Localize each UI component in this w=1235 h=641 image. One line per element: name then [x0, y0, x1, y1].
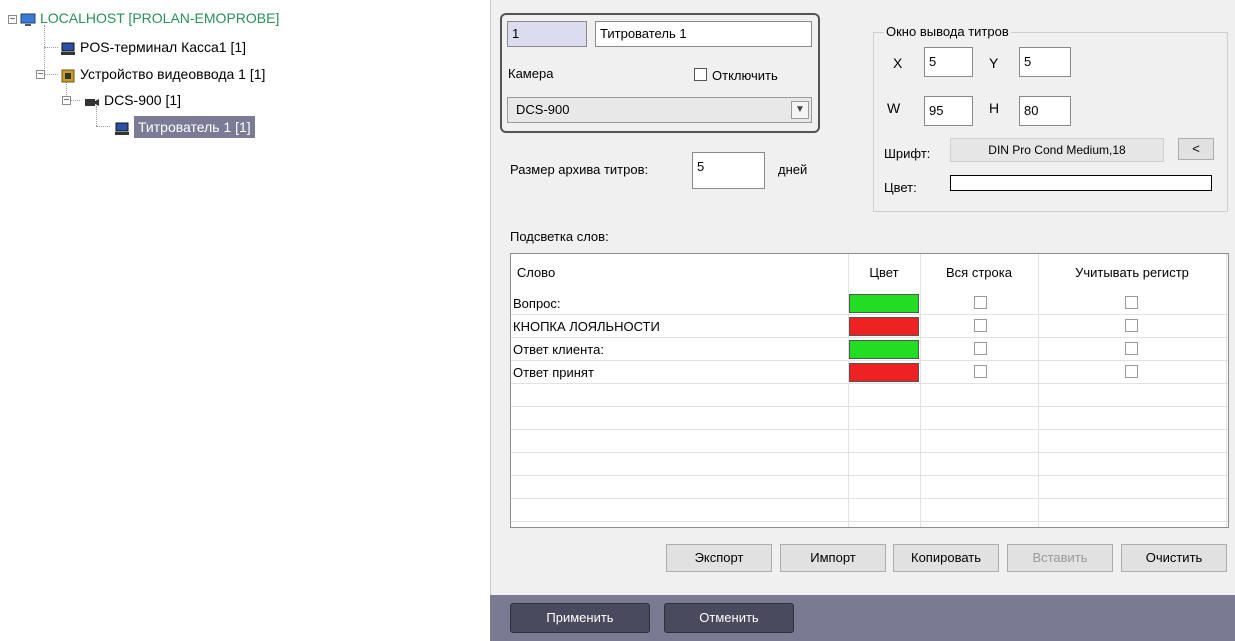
disable-checkbox[interactable]	[694, 68, 707, 81]
tree-item-titler[interactable]: Титрователь 1 [1]	[114, 116, 255, 138]
highlight-title: Подсветка слов:	[510, 229, 609, 244]
whole-line-checkbox[interactable]	[974, 296, 987, 309]
id-field[interactable]: 1	[507, 21, 587, 47]
font-label: Шрифт:	[884, 146, 931, 161]
tree-item-label: DCS-900 [1]	[104, 92, 182, 108]
collapse-icon[interactable]: −	[36, 70, 45, 80]
collapse-icon[interactable]: −	[8, 15, 17, 25]
font-picker-button[interactable]: <	[1178, 138, 1214, 160]
x-field[interactable]: 5	[924, 47, 973, 77]
color-picker[interactable]	[950, 175, 1212, 191]
h-field[interactable]: 80	[1019, 96, 1071, 126]
tree-item-localhost[interactable]: LOCALHOST [PROLAN-EMOPROBE]	[20, 7, 279, 29]
output-window-title: Окно вывода титров	[884, 24, 1011, 39]
table-row-empty	[511, 453, 1228, 476]
word-cell: Ответ принят	[513, 365, 594, 380]
export-button[interactable]: Экспорт	[666, 544, 772, 572]
y-field[interactable]: 5	[1019, 47, 1071, 77]
h-label: H	[989, 100, 1000, 116]
color-swatch[interactable]	[849, 363, 919, 382]
table-row[interactable]: КНОПКА ЛОЯЛЬНОСТИ	[511, 315, 1228, 338]
cancel-button[interactable]: Отменить	[664, 603, 794, 633]
tree-item-video-device[interactable]: Устройство видеоввода 1 [1]	[60, 63, 265, 85]
chevron-down-icon: ▼	[791, 101, 809, 119]
apply-button[interactable]: Применить	[510, 603, 650, 633]
column-header-match-case[interactable]: Учитывать регистр	[1038, 254, 1226, 292]
color-label: Цвет:	[884, 180, 917, 195]
collapse-icon[interactable]: −	[62, 96, 71, 106]
table-row[interactable]: Вопрос:	[511, 292, 1228, 315]
tree-item-label: LOCALHOST [PROLAN-EMOPROBE]	[40, 10, 280, 26]
computer-icon	[20, 11, 36, 26]
w-label: W	[887, 100, 901, 116]
archive-size-field[interactable]: 5	[692, 152, 765, 189]
color-swatch[interactable]	[849, 317, 919, 336]
table-row[interactable]: Ответ принят	[511, 361, 1228, 384]
match-case-checkbox[interactable]	[1125, 319, 1138, 332]
color-swatch[interactable]	[849, 340, 919, 359]
archive-unit-label: дней	[778, 162, 808, 177]
pos-terminal-icon	[114, 120, 130, 135]
clear-button[interactable]: Очистить	[1121, 544, 1227, 572]
camera-select[interactable]: DCS-900 ▼	[507, 97, 812, 123]
word-cell: КНОПКА ЛОЯЛЬНОСТИ	[513, 319, 660, 334]
camera-icon	[84, 93, 100, 107]
pos-terminal-icon	[60, 40, 76, 55]
capture-board-icon	[60, 67, 76, 83]
disable-label: Отключить	[712, 68, 778, 83]
match-case-checkbox[interactable]	[1125, 365, 1138, 378]
tree-item-label: Титрователь 1 [1]	[134, 116, 255, 138]
word-cell: Ответ клиента:	[513, 342, 604, 357]
whole-line-checkbox[interactable]	[974, 365, 987, 378]
match-case-checkbox[interactable]	[1125, 342, 1138, 355]
table-row-empty	[511, 407, 1228, 430]
match-case-checkbox[interactable]	[1125, 296, 1138, 309]
tree-connector	[96, 126, 110, 127]
object-tree: − LOCALHOST [PROLAN-EMOPROBE] POS-термин…	[0, 0, 490, 641]
archive-size-label: Размер архива титров:	[510, 162, 649, 177]
table-row-empty	[511, 384, 1228, 407]
column-header-whole-line[interactable]: Вся строка	[920, 254, 1038, 292]
tree-item-label: POS-терминал Касса1 [1]	[80, 39, 247, 55]
x-label: X	[893, 55, 903, 71]
table-row[interactable]: Ответ клиента:	[511, 338, 1228, 361]
paste-button[interactable]: Вставить	[1007, 544, 1113, 572]
color-swatch[interactable]	[849, 294, 919, 313]
tree-item-label: Устройство видеоввода 1 [1]	[80, 66, 266, 82]
tree-connector	[44, 74, 58, 75]
font-display: DIN Pro Cond Medium,18	[950, 138, 1164, 162]
whole-line-checkbox[interactable]	[974, 319, 987, 332]
highlight-table: Слово Цвет Вся строка Учитывать регистр …	[510, 253, 1229, 528]
table-row-empty	[511, 430, 1228, 453]
tree-item-camera[interactable]: DCS-900 [1]	[84, 89, 181, 111]
column-header-word[interactable]: Слово	[511, 254, 561, 292]
tree-item-pos-terminal[interactable]: POS-терминал Касса1 [1]	[60, 36, 246, 58]
w-field[interactable]: 95	[924, 96, 973, 126]
y-label: Y	[989, 55, 999, 71]
table-row-empty	[511, 476, 1228, 499]
table-row-empty	[511, 499, 1228, 522]
copy-button[interactable]: Копировать	[893, 544, 999, 572]
name-field[interactable]: Титрователь 1	[595, 21, 812, 47]
camera-select-value: DCS-900	[516, 102, 570, 117]
tree-connector	[44, 47, 58, 48]
camera-label: Камера	[508, 66, 554, 81]
whole-line-checkbox[interactable]	[974, 342, 987, 355]
import-button[interactable]: Импорт	[780, 544, 886, 572]
column-header-color[interactable]: Цвет	[848, 254, 920, 292]
word-cell: Вопрос:	[513, 296, 561, 311]
